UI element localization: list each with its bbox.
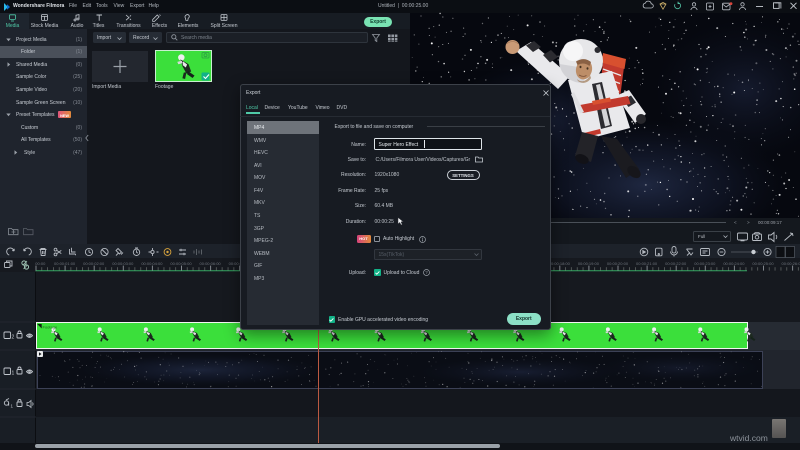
svg-text:Footage: Footage [43, 325, 58, 330]
svg-text:?: ? [425, 270, 428, 275]
